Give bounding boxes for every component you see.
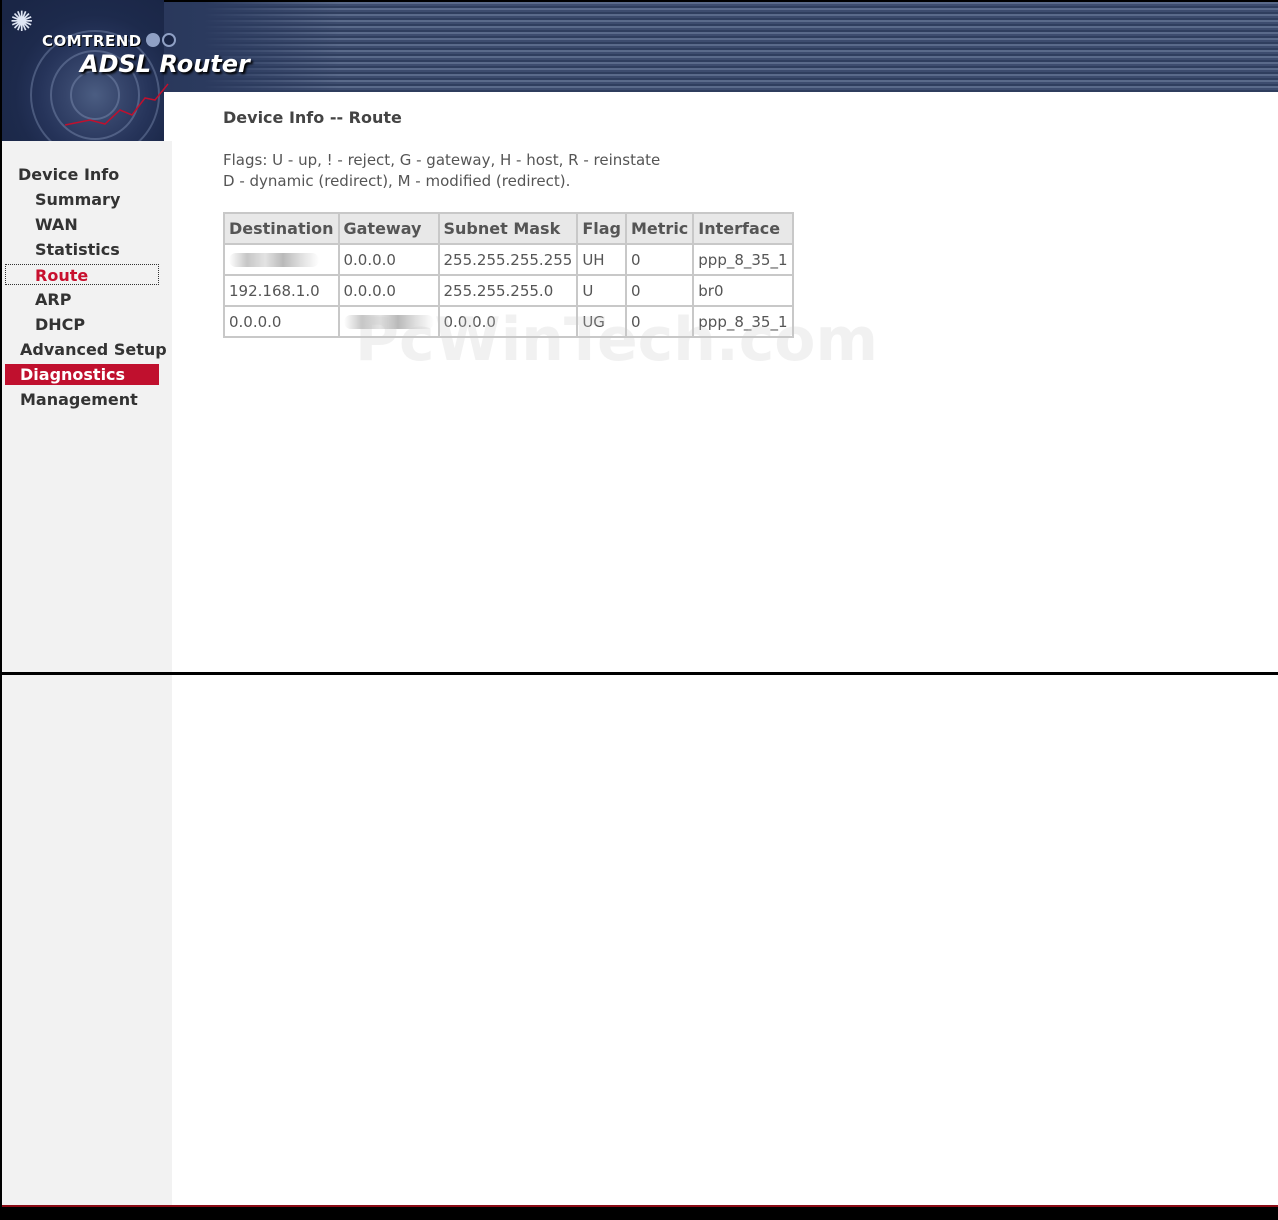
bottom-red-rule (0, 1205, 1278, 1207)
sidebar-item-route[interactable]: Route (5, 264, 159, 285)
flags-legend-line-1: Flags: U - up, ! - reject, G - gateway, … (223, 151, 661, 169)
table-header-row: Destination Gateway Subnet Mask Flag Met… (223, 212, 794, 245)
sidebar-item-management[interactable]: Management (20, 389, 138, 410)
top-border (0, 0, 1278, 2)
cell-destination: 0.0.0.0 (223, 305, 340, 338)
sidebar-item-arp[interactable]: ARP (35, 289, 71, 310)
red-swoosh-icon (64, 83, 169, 126)
cell-metric: 0 (624, 274, 695, 307)
brand-name: COMTREND (42, 32, 142, 50)
cell-destination: 192.168.1.0 (223, 274, 340, 307)
flags-legend-line-2: D - dynamic (redirect), M - modified (re… (223, 172, 571, 190)
bottom-bar (0, 1205, 1278, 1220)
cell-flag: UG (576, 305, 627, 338)
left-border (0, 0, 2, 1220)
header-banner (0, 0, 1278, 92)
comtrend-logo-icon: ✺ (10, 5, 34, 38)
logo-dots-icon (146, 32, 178, 51)
column-header-subnet-mask: Subnet Mask (437, 212, 579, 245)
cell-flag: U (576, 274, 627, 307)
cell-interface: br0 (692, 274, 794, 307)
redacted-value (229, 253, 319, 267)
table-row: 0.0.0.0 0.0.0.0 UG 0 ppp_8_35_1 (223, 305, 794, 338)
column-header-destination: Destination (223, 212, 340, 245)
cell-metric: 0 (624, 305, 695, 338)
router-page: ✺ COMTREND ADSL Router Device Info Summa… (0, 0, 1278, 1220)
column-header-gateway: Gateway (337, 212, 440, 245)
table-row: 192.168.1.0 0.0.0.0 255.255.255.0 U 0 br… (223, 274, 794, 307)
page-title: Device Info -- Route (223, 108, 402, 127)
cell-gateway: 0.0.0.0 (337, 243, 440, 276)
cell-subnet-mask: 255.255.255.0 (437, 274, 579, 307)
cell-destination (223, 243, 340, 276)
column-header-flag: Flag (576, 212, 627, 245)
column-header-interface: Interface (692, 212, 794, 245)
cell-gateway (337, 305, 440, 338)
redacted-value (343, 315, 434, 329)
product-name: ADSL Router (80, 50, 250, 78)
frame-divider (0, 672, 1278, 675)
cell-gateway: 0.0.0.0 (337, 274, 440, 307)
cell-metric: 0 (624, 243, 695, 276)
sidebar-item-advanced-setup[interactable]: Advanced Setup (20, 339, 167, 360)
column-header-metric: Metric (624, 212, 695, 245)
sidebar-item-diagnostics[interactable]: Diagnostics (5, 364, 159, 385)
sidebar-item-dhcp[interactable]: DHCP (35, 314, 85, 335)
table-row: 0.0.0.0 255.255.255.255 UH 0 ppp_8_35_1 (223, 243, 794, 276)
route-table: Destination Gateway Subnet Mask Flag Met… (223, 212, 794, 338)
cell-interface: ppp_8_35_1 (692, 305, 794, 338)
cell-flag: UH (576, 243, 627, 276)
cell-subnet-mask: 0.0.0.0 (437, 305, 579, 338)
sidebar-item-statistics[interactable]: Statistics (35, 239, 120, 260)
sidebar-item-summary[interactable]: Summary (35, 189, 120, 210)
sidebar-item-device-info[interactable]: Device Info (18, 164, 119, 185)
sidebar-item-wan[interactable]: WAN (35, 214, 78, 235)
cell-subnet-mask: 255.255.255.255 (437, 243, 579, 276)
cell-interface: ppp_8_35_1 (692, 243, 794, 276)
